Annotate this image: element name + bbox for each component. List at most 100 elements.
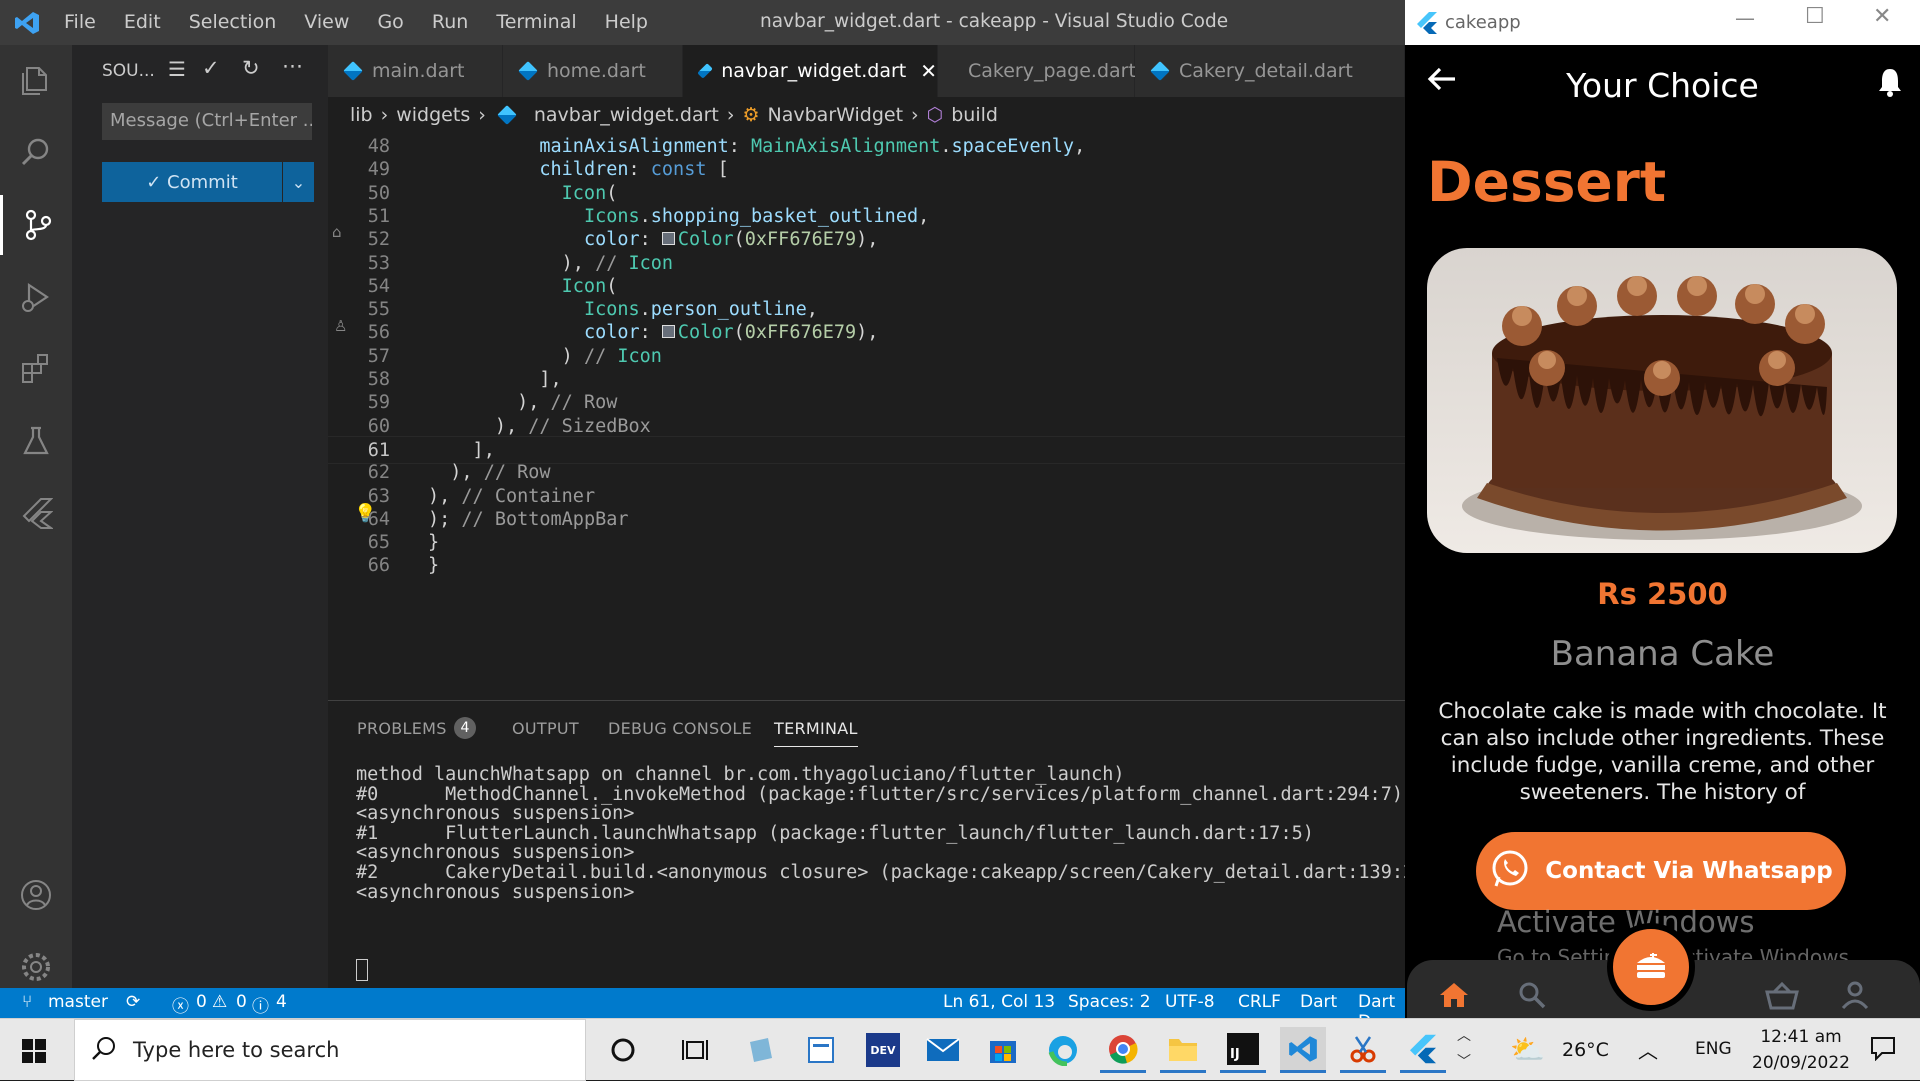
clock-date[interactable]: 20/09/2022 [1746, 1053, 1856, 1073]
dev-app-icon[interactable]: DEV [860, 1027, 906, 1073]
chrome-browser-icon[interactable] [1100, 1027, 1146, 1073]
paint-app-icon[interactable] [798, 1027, 844, 1073]
flutter-icon[interactable] [0, 483, 72, 543]
flutter-app-icon[interactable] [1400, 1027, 1446, 1073]
tab-home-dart[interactable]: home.dart [503, 45, 683, 97]
tab-cakery-detail-dart[interactable]: Cakery_detail.dart [1135, 45, 1405, 97]
minimize-button[interactable]: — [1735, 6, 1755, 30]
person-gutter-icon: ♙ [334, 317, 348, 335]
source-control-icon[interactable] [0, 195, 72, 255]
run-debug-icon[interactable] [0, 267, 72, 327]
vscode-app-icon[interactable] [1280, 1027, 1326, 1073]
commit-message-input[interactable]: Message (Ctrl+Enter ... [102, 103, 312, 140]
code-text: } [428, 555, 440, 577]
view-as-tree-icon[interactable]: ☰ [168, 57, 186, 81]
panel-tab-output[interactable]: OUTPUT [512, 719, 579, 738]
show-hidden-icons[interactable]: ︿ [1638, 1035, 1658, 1064]
testing-icon[interactable] [0, 411, 72, 471]
mail-app-icon[interactable] [920, 1027, 966, 1073]
warning-count[interactable]: 0 [236, 992, 247, 1012]
info-count[interactable]: 4 [276, 992, 287, 1012]
menu-go[interactable]: Go [377, 11, 403, 33]
encoding[interactable]: UTF-8 [1165, 992, 1215, 1012]
home-icon[interactable] [1439, 982, 1469, 1012]
person-icon[interactable] [1841, 980, 1869, 1014]
search-icon[interactable] [0, 123, 72, 183]
error-count[interactable]: 0 [196, 992, 207, 1012]
sync-icon[interactable]: ⟳ [126, 992, 140, 1012]
dart-file-icon [697, 63, 713, 79]
lightbulb-icon[interactable]: 💡 [354, 503, 376, 524]
clock-time[interactable]: 12:41 am [1746, 1027, 1856, 1047]
breadcrumb-method[interactable]: build [951, 104, 998, 126]
snipping-tool-icon[interactable] [1340, 1027, 1386, 1073]
breadcrumb-file[interactable]: navbar_widget.dart [534, 104, 719, 126]
commit-check-icon[interactable]: ✓ [202, 56, 220, 80]
more-actions-icon[interactable]: ⋯ [282, 54, 303, 78]
cursor-position[interactable]: Ln 61, Col 13 [943, 992, 1055, 1012]
breadcrumb-class[interactable]: NavbarWidget [768, 104, 904, 126]
code-editor[interactable]: 48 mainAxisAlignment: MainAxisAlignment.… [328, 133, 1405, 700]
contact-whatsapp-button[interactable]: Contact Via Whatsapp [1476, 832, 1846, 910]
menu-selection[interactable]: Selection [189, 11, 277, 33]
menu-edit[interactable]: Edit [124, 11, 161, 33]
breadcrumb-widgets[interactable]: widgets [396, 104, 470, 126]
refresh-icon[interactable]: ↻ [242, 56, 260, 80]
weather-icon[interactable]: ⛅ [1510, 1033, 1545, 1066]
explorer-icon[interactable] [0, 51, 72, 111]
branch-name[interactable]: master [48, 992, 108, 1012]
windows-start-icon[interactable] [22, 1039, 46, 1067]
taskbar-search-box[interactable]: Type here to search [74, 1019, 586, 1081]
whatsapp-icon [1489, 848, 1531, 894]
search-icon[interactable] [1517, 980, 1547, 1014]
commit-dropdown-button[interactable]: ⌄ [283, 162, 314, 202]
file-explorer-icon[interactable] [1160, 1027, 1206, 1073]
panel-tab-problems[interactable]: PROBLEMS [357, 719, 447, 738]
dart-file-icon [951, 66, 961, 76]
menu-view[interactable]: View [304, 11, 349, 33]
breadcrumb: lib › widgets › navbar_widget.dart › ⚙ Navba… [328, 97, 1405, 133]
close-tab-icon[interactable]: ✕ [920, 59, 937, 83]
tab-navbar-widget-dart[interactable]: navbar_widget.dart ✕ [683, 45, 938, 97]
menu-terminal[interactable]: Terminal [496, 11, 576, 33]
cortana-icon[interactable] [600, 1027, 646, 1073]
language-mode[interactable]: Dart [1300, 992, 1337, 1012]
close-button[interactable]: ✕ [1873, 4, 1891, 29]
language-indicator[interactable]: ENG [1695, 1039, 1732, 1059]
weather-temperature[interactable]: 26°C [1562, 1039, 1609, 1061]
panel-tab-debug-console[interactable]: DEBUG CONSOLE [608, 719, 752, 738]
menu-bar: File Edit Selection View Go Run Terminal… [64, 11, 670, 33]
search-icon [91, 1036, 117, 1066]
error-icon[interactable]: ⓧ [172, 992, 189, 1017]
class-icon: ⚙ [742, 104, 760, 126]
intellij-app-icon[interactable]: IJ [1220, 1027, 1266, 1073]
indentation[interactable]: Spaces: 2 [1068, 992, 1151, 1012]
taskbar-scroll-down-icon[interactable]: ﹀ [1457, 1051, 1471, 1071]
menu-file[interactable]: File [64, 11, 96, 33]
panel-tab-terminal[interactable]: TERMINAL [774, 719, 858, 747]
commit-button[interactable]: ✓ Commit [102, 162, 282, 202]
warning-icon[interactable]: ⚠ [212, 992, 227, 1012]
branch-icon[interactable]: ⑂ [22, 992, 32, 1012]
taskbar-scroll-up-icon[interactable]: ︿ [1457, 1025, 1471, 1045]
menu-run[interactable]: Run [432, 11, 468, 33]
shopping-basket-icon[interactable] [1765, 981, 1799, 1014]
maximize-button[interactable]: ☐ [1805, 4, 1825, 29]
tab-cakery-page-dart[interactable]: Cakery_page.dart [938, 45, 1136, 97]
notepad-app-icon[interactable] [738, 1027, 784, 1073]
task-view-icon[interactable] [672, 1027, 718, 1073]
account-icon[interactable] [0, 865, 72, 925]
bell-icon[interactable] [1877, 67, 1903, 101]
breadcrumb-lib[interactable]: lib [350, 104, 373, 126]
extensions-icon[interactable] [0, 339, 72, 399]
menu-help[interactable]: Help [605, 11, 648, 33]
chevron-right-icon: › [726, 104, 735, 126]
line-ending[interactable]: CRLF [1238, 992, 1281, 1012]
code-line[interactable]: 66} [328, 552, 1405, 580]
tab-main-dart[interactable]: main.dart [328, 45, 503, 97]
info-icon[interactable]: ⓘ [252, 992, 269, 1017]
store-app-icon[interactable] [980, 1027, 1026, 1073]
notification-center-icon[interactable] [1870, 1035, 1896, 1065]
edge-browser-icon[interactable] [1040, 1027, 1086, 1073]
fab-cake-button[interactable] [1607, 923, 1695, 1011]
